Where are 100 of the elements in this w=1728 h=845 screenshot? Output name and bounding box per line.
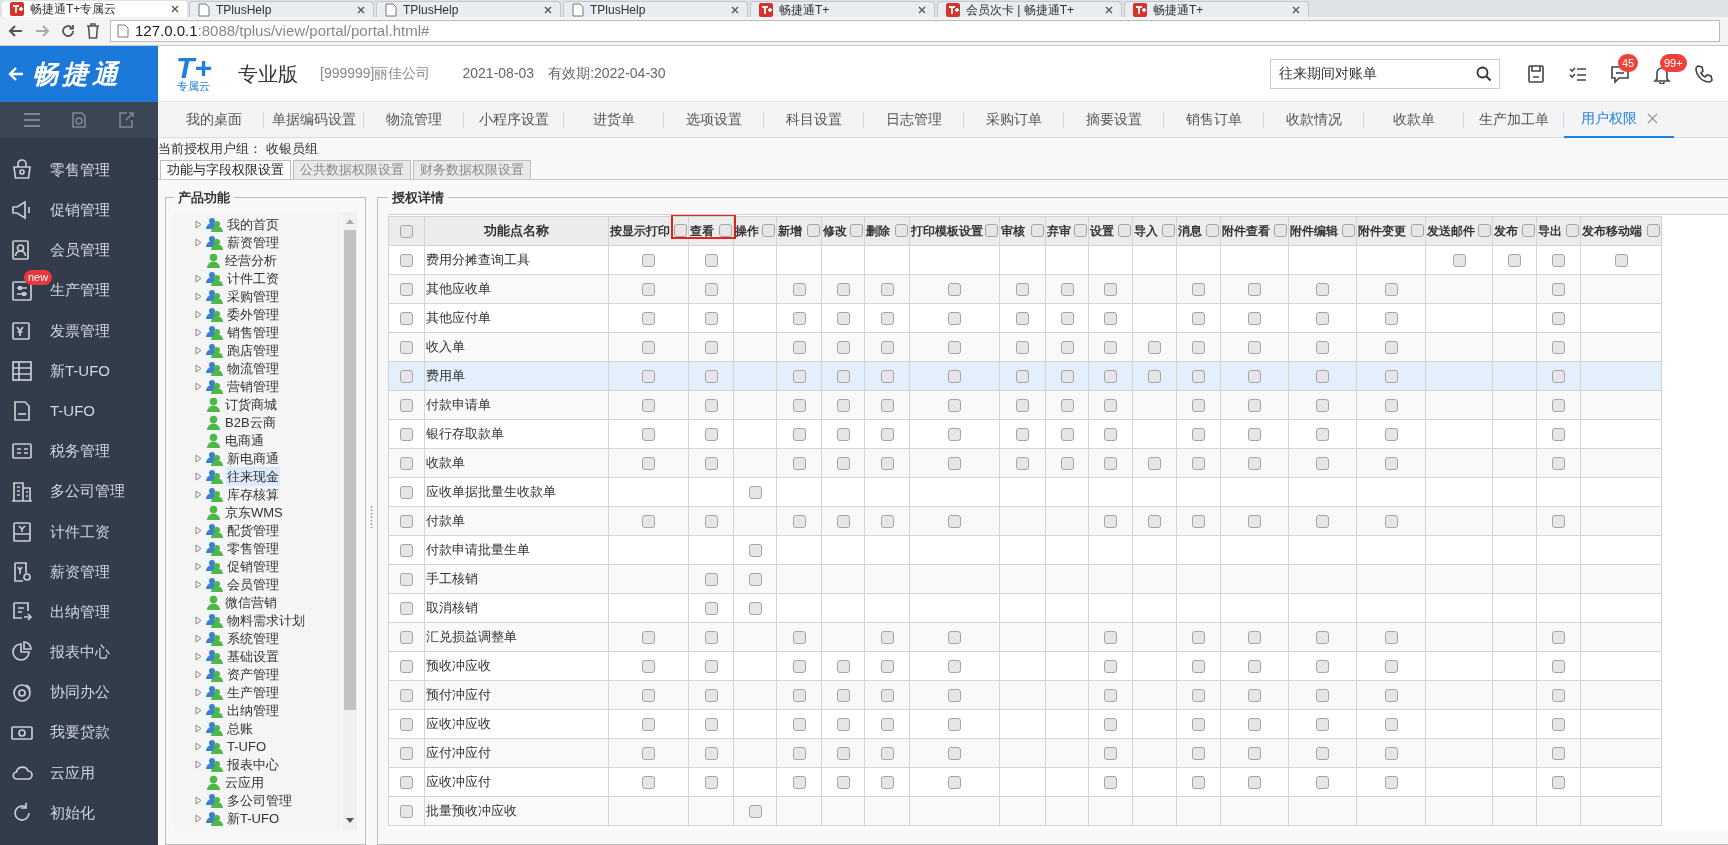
table-row[interactable]: 应收单据批量生收款单 bbox=[388, 477, 1662, 506]
checkbox[interactable] bbox=[836, 340, 850, 354]
checkbox[interactable] bbox=[792, 746, 806, 760]
checkbox[interactable] bbox=[704, 514, 718, 528]
page-tab[interactable]: 收款单 bbox=[1364, 101, 1463, 138]
close-icon[interactable] bbox=[918, 5, 926, 14]
close-icon[interactable] bbox=[1105, 5, 1113, 14]
checkbox[interactable] bbox=[1552, 456, 1565, 470]
checkbox[interactable] bbox=[1192, 282, 1205, 296]
checkbox[interactable] bbox=[762, 224, 775, 237]
checkbox[interactable] bbox=[1384, 427, 1398, 441]
tree-item[interactable]: 报表中心 bbox=[226, 754, 280, 775]
sidebar-item[interactable]: 生产管理 new bbox=[0, 270, 158, 311]
scroll-up-icon[interactable] bbox=[346, 217, 354, 224]
checkbox[interactable] bbox=[1384, 311, 1398, 325]
checkbox[interactable] bbox=[836, 456, 850, 470]
browser-tab[interactable]: 畅捷通T+ bbox=[750, 1, 935, 17]
checkbox[interactable] bbox=[748, 572, 762, 586]
page-tab[interactable]: 物流管理 bbox=[364, 101, 463, 138]
checkbox[interactable] bbox=[880, 630, 894, 644]
tree-item[interactable]: 销售管理 bbox=[226, 322, 280, 343]
checkbox[interactable] bbox=[1192, 746, 1205, 760]
checkbox[interactable] bbox=[948, 659, 961, 673]
scroll-down-icon[interactable] bbox=[346, 818, 354, 824]
checkbox[interactable] bbox=[1104, 717, 1117, 731]
checkbox[interactable] bbox=[1248, 369, 1261, 383]
checkbox[interactable] bbox=[807, 224, 820, 237]
checkbox[interactable] bbox=[948, 775, 961, 789]
tree-item[interactable]: 促销管理 bbox=[226, 556, 280, 577]
checkbox[interactable] bbox=[1384, 775, 1398, 789]
page-tab[interactable]: 单据编码设置 bbox=[264, 101, 363, 138]
checkbox[interactable] bbox=[948, 688, 961, 702]
checkbox[interactable] bbox=[948, 340, 961, 354]
checkbox[interactable] bbox=[642, 688, 655, 702]
tree-item[interactable]: 物料需求计划 bbox=[226, 610, 306, 631]
checkbox[interactable] bbox=[880, 775, 894, 789]
table-row[interactable]: 付款单 bbox=[388, 506, 1662, 535]
checkbox[interactable] bbox=[1248, 340, 1261, 354]
checkbox[interactable] bbox=[1316, 282, 1329, 296]
checkbox[interactable] bbox=[642, 717, 655, 731]
checkbox[interactable] bbox=[1104, 688, 1117, 702]
checkbox[interactable] bbox=[792, 659, 806, 673]
checkbox[interactable] bbox=[1316, 311, 1329, 325]
checkbox[interactable] bbox=[1384, 514, 1398, 528]
tree-item[interactable]: 资产管理 bbox=[226, 664, 280, 685]
tree-item[interactable]: 云应用 bbox=[224, 772, 265, 793]
checkbox[interactable] bbox=[400, 224, 413, 238]
checkbox[interactable] bbox=[1552, 659, 1565, 673]
checkbox[interactable] bbox=[642, 427, 655, 441]
checkbox[interactable] bbox=[948, 746, 961, 760]
checkbox[interactable] bbox=[1192, 630, 1205, 644]
checkbox[interactable] bbox=[400, 485, 413, 499]
checkbox[interactable] bbox=[1566, 224, 1579, 237]
checkbox[interactable] bbox=[1248, 456, 1261, 470]
tree-item[interactable]: 物流管理 bbox=[226, 358, 280, 379]
tree-item[interactable]: 京东WMS bbox=[224, 502, 284, 523]
checkbox[interactable] bbox=[1552, 775, 1565, 789]
tree-item[interactable]: 新电商通 bbox=[226, 448, 280, 469]
checkbox[interactable] bbox=[1192, 427, 1205, 441]
checkbox[interactable] bbox=[704, 369, 718, 383]
checkbox[interactable] bbox=[1316, 630, 1329, 644]
checkbox[interactable] bbox=[1248, 688, 1261, 702]
checkbox[interactable] bbox=[792, 717, 806, 731]
checkbox[interactable] bbox=[880, 746, 894, 760]
checkbox[interactable] bbox=[1248, 398, 1261, 412]
checkbox[interactable] bbox=[1508, 253, 1521, 267]
checkbox[interactable] bbox=[948, 398, 961, 412]
tree-item[interactable]: 经营分析 bbox=[224, 250, 278, 271]
sidebar-item[interactable]: 新T-UFO bbox=[0, 350, 158, 392]
page-tab[interactable]: 小程序设置 bbox=[464, 101, 563, 138]
checkbox[interactable] bbox=[1552, 427, 1565, 441]
checkbox[interactable] bbox=[836, 514, 850, 528]
checkbox[interactable] bbox=[1016, 369, 1029, 383]
export-icon[interactable] bbox=[117, 111, 136, 129]
checkbox[interactable] bbox=[948, 427, 961, 441]
sidebar-item[interactable]: 出纳管理 bbox=[0, 592, 158, 633]
browser-tab[interactable]: 会员次卡 | 畅捷通T+ bbox=[937, 1, 1122, 17]
sidebar-item[interactable]: 多公司管理 bbox=[0, 471, 158, 512]
checkbox[interactable] bbox=[642, 311, 655, 325]
checkbox[interactable] bbox=[1248, 311, 1261, 325]
checkbox[interactable] bbox=[1060, 282, 1074, 296]
checkbox[interactable] bbox=[880, 340, 894, 354]
checkbox[interactable] bbox=[948, 311, 961, 325]
checkbox[interactable] bbox=[400, 572, 413, 586]
checkbox[interactable] bbox=[1060, 427, 1074, 441]
sidebar-item[interactable]: 会员管理 bbox=[0, 230, 158, 271]
checkbox[interactable] bbox=[748, 601, 762, 615]
checkbox[interactable] bbox=[792, 514, 806, 528]
sidebar-item[interactable]: 报表中心 bbox=[0, 632, 158, 673]
table-row[interactable]: 收入单 bbox=[388, 332, 1662, 361]
checkbox[interactable] bbox=[836, 398, 850, 412]
checkbox[interactable] bbox=[400, 282, 413, 296]
tree-item[interactable]: B2B云商 bbox=[224, 412, 277, 433]
checkbox[interactable] bbox=[792, 282, 806, 296]
close-icon[interactable] bbox=[731, 5, 739, 14]
page-tab[interactable]: 我的桌面 bbox=[164, 101, 263, 138]
checkbox[interactable] bbox=[642, 746, 655, 760]
checkbox[interactable] bbox=[1104, 282, 1117, 296]
checkbox[interactable] bbox=[642, 282, 655, 296]
checkbox[interactable] bbox=[1248, 659, 1261, 673]
